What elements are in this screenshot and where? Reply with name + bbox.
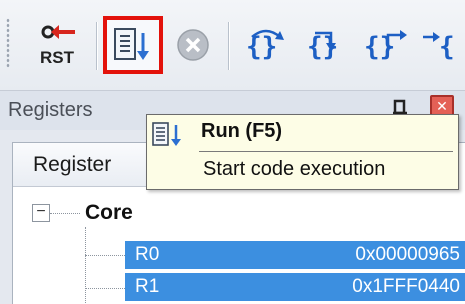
tooltip-divider (199, 151, 453, 152)
tree-group-core[interactable]: Core (85, 201, 133, 225)
tree-connector (50, 213, 80, 214)
register-value: 0x1FFF0440 (352, 276, 460, 297)
run-icon (152, 122, 181, 146)
step-out-button[interactable]: {} (360, 16, 410, 74)
reset-button[interactable]: RST (28, 16, 90, 74)
tree-connector (85, 255, 125, 256)
svg-text:{}: {} (307, 32, 338, 62)
step-out-icon: {} (364, 30, 407, 62)
run-to-cursor-icon: { (422, 32, 455, 62)
svg-text:{}: {} (246, 32, 277, 62)
column-header-label: Register (33, 153, 112, 176)
reset-text: RST (40, 48, 75, 67)
register-name: R0 (135, 244, 160, 265)
run-to-cursor-button[interactable]: { (420, 16, 465, 74)
register-value: 0x00000965 (355, 244, 460, 265)
toolbar-separator (96, 22, 97, 70)
stop-icon (177, 29, 209, 61)
register-row[interactable]: R0 0x00000965 (125, 241, 465, 269)
toolbar-grip[interactable] (6, 18, 10, 68)
svg-text:{}: {} (364, 32, 395, 62)
run-icon (114, 28, 149, 60)
collapse-icon[interactable]: − (32, 204, 50, 222)
run-button[interactable] (103, 16, 163, 74)
run-tooltip: Run (F5) Start code execution (146, 114, 459, 190)
register-name: R1 (135, 276, 160, 297)
step-over-button[interactable]: {} (242, 16, 290, 74)
tree-connector (85, 227, 86, 304)
step-over-icon: {} (246, 29, 284, 62)
tree-connector (85, 288, 125, 289)
register-row[interactable]: R1 0x1FFF0440 (125, 273, 465, 301)
stop-button[interactable] (171, 16, 215, 74)
debug-toolbar: RST {} {} {} { (0, 0, 465, 90)
svg-text:{: { (439, 32, 455, 62)
reset-icon: RST (40, 25, 75, 67)
tooltip-title: Run (F5) (201, 120, 283, 142)
step-into-icon: {} (307, 31, 338, 62)
tooltip-description: Start code execution (203, 158, 386, 180)
panel-title: Registers (8, 99, 93, 121)
step-into-button[interactable]: {} (303, 16, 351, 74)
toolbar-separator (228, 22, 229, 70)
